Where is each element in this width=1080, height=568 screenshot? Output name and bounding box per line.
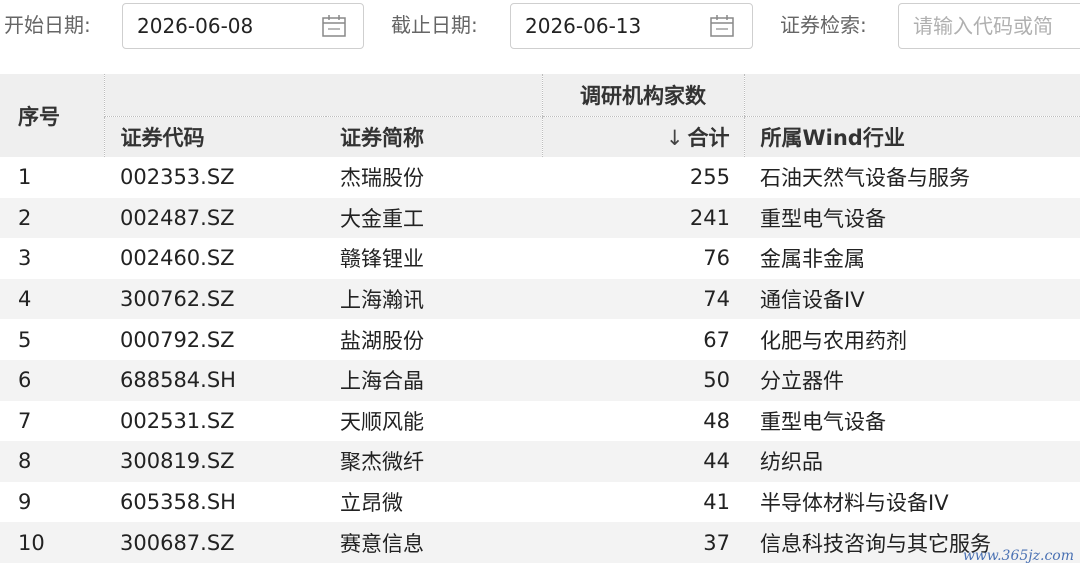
row-index: 6 bbox=[0, 359, 104, 401]
row-name: 上海合晶 bbox=[326, 359, 542, 401]
end-date-input[interactable]: 2026-06-13 bbox=[510, 3, 753, 49]
row-industry: 重型电气设备 bbox=[744, 197, 1080, 239]
table-row[interactable]: 3 002460.SZ 赣锋锂业 76 金属非金属 bbox=[0, 238, 1080, 279]
row-name: 杰瑞股份 bbox=[340, 166, 424, 191]
row-code: 002487.SZ bbox=[104, 197, 326, 239]
end-date-value: 2026-06-13 bbox=[525, 14, 642, 38]
row-index: 5 bbox=[18, 327, 32, 352]
row-code: 300762.SZ bbox=[104, 278, 326, 320]
row-industry: 化肥与农用药剂 bbox=[760, 328, 907, 353]
row-code: 002531.SZ bbox=[120, 408, 235, 433]
header-index[interactable]: 序号 bbox=[0, 74, 104, 157]
row-industry: 分立器件 bbox=[744, 359, 1080, 401]
row-name: 上海瀚讯 bbox=[326, 278, 542, 320]
row-industry: 金属非金属 bbox=[760, 247, 865, 272]
row-index: 2 bbox=[0, 197, 104, 239]
row-total: 48 bbox=[703, 408, 730, 433]
row-name: 赣锋锂业 bbox=[340, 247, 424, 272]
table-row[interactable]: 5 000792.SZ 盐湖股份 67 化肥与农用药剂 bbox=[0, 319, 1080, 360]
sort-desc-icon[interactable]: ↓ bbox=[666, 126, 684, 150]
start-date-input[interactable]: 2026-06-08 bbox=[122, 3, 364, 49]
row-industry: 半导体材料与设备IV bbox=[760, 491, 949, 516]
row-index: 3 bbox=[18, 246, 32, 271]
row-total: 37 bbox=[542, 522, 744, 563]
search-placeholder: 请输入代码或简 bbox=[913, 14, 1053, 38]
research-table: 序号 调研机构家数 证券代码 证券简称 ↓ 合计 所属Wind行业 1 002353… bbox=[0, 74, 1080, 563]
row-total: 50 bbox=[542, 359, 744, 401]
row-total: 67 bbox=[703, 327, 730, 352]
header-group-institutions: 调研机构家数 bbox=[541, 74, 744, 117]
row-code: 002353.SZ bbox=[120, 165, 235, 190]
row-name: 立昂微 bbox=[340, 491, 403, 516]
row-code: 300687.SZ bbox=[104, 522, 326, 563]
search-label: 证券检索: bbox=[780, 13, 867, 37]
row-total: 41 bbox=[703, 490, 730, 515]
calendar-icon[interactable] bbox=[709, 14, 735, 38]
header-total[interactable]: ↓ 合计 bbox=[541, 116, 744, 157]
row-total: 76 bbox=[703, 246, 730, 271]
row-index: 8 bbox=[0, 441, 104, 482]
row-industry: 石油天然气设备与服务 bbox=[760, 166, 970, 191]
watermark: www.365jz.com bbox=[962, 548, 1074, 564]
table-row[interactable]: 4 300762.SZ 上海瀚讯 74 通信设备IV bbox=[0, 278, 1080, 320]
row-name: 大金重工 bbox=[326, 197, 542, 239]
table-row[interactable]: 8 300819.SZ 聚杰微纤 44 纺织品 bbox=[0, 441, 1080, 482]
table-row[interactable]: 2 002487.SZ 大金重工 241 重型电气设备 bbox=[0, 197, 1080, 239]
row-total: 241 bbox=[542, 197, 744, 239]
table-row[interactable]: 9 605358.SH 立昂微 41 半导体材料与设备IV bbox=[0, 482, 1080, 523]
row-index: 1 bbox=[18, 165, 32, 190]
row-code: 000792.SZ bbox=[120, 327, 235, 352]
row-name: 聚杰微纤 bbox=[326, 441, 542, 482]
row-index: 4 bbox=[0, 278, 104, 320]
row-total: 255 bbox=[689, 165, 730, 190]
table-row[interactable]: 7 002531.SZ 天顺风能 48 重型电气设备 bbox=[0, 401, 1080, 442]
header-name[interactable]: 证券简称 bbox=[326, 116, 542, 157]
calendar-icon[interactable] bbox=[321, 14, 347, 38]
row-index: 9 bbox=[18, 490, 32, 515]
table-row[interactable]: 1 002353.SZ 杰瑞股份 255 石油天然气设备与服务 bbox=[0, 157, 1080, 198]
start-date-value: 2026-06-08 bbox=[137, 14, 254, 38]
row-total: 44 bbox=[542, 441, 744, 482]
header-code[interactable]: 证券代码 bbox=[103, 116, 326, 157]
search-input[interactable]: 请输入代码或简 bbox=[898, 3, 1080, 49]
table-row[interactable]: 10 300687.SZ 赛意信息 37 信息科技咨询与其它服务 bbox=[0, 522, 1080, 563]
row-code: 002460.SZ bbox=[120, 246, 235, 271]
row-code: 300819.SZ bbox=[104, 441, 326, 482]
row-industry: 纺织品 bbox=[744, 441, 1080, 482]
row-total: 74 bbox=[542, 278, 744, 320]
row-code: 688584.SH bbox=[104, 359, 326, 401]
filter-bar: 开始日期: 2026-06-08 截止日期: 2026-06-13 证券检索: … bbox=[0, 0, 1080, 56]
row-industry: 通信设备IV bbox=[744, 278, 1080, 320]
start-date-label: 开始日期: bbox=[4, 13, 91, 37]
header-total-label: 合计 bbox=[687, 126, 730, 150]
row-name: 天顺风能 bbox=[340, 409, 424, 434]
row-code: 605358.SH bbox=[120, 490, 236, 515]
header-industry[interactable]: 所属Wind行业 bbox=[743, 116, 1080, 157]
table-row[interactable]: 6 688584.SH 上海合晶 50 分立器件 bbox=[0, 359, 1080, 401]
row-name: 盐湖股份 bbox=[340, 328, 424, 353]
row-index: 7 bbox=[18, 408, 32, 433]
end-date-label: 截止日期: bbox=[391, 13, 478, 37]
row-name: 赛意信息 bbox=[326, 522, 542, 563]
row-index: 10 bbox=[0, 522, 104, 563]
row-industry: 重型电气设备 bbox=[760, 409, 886, 434]
